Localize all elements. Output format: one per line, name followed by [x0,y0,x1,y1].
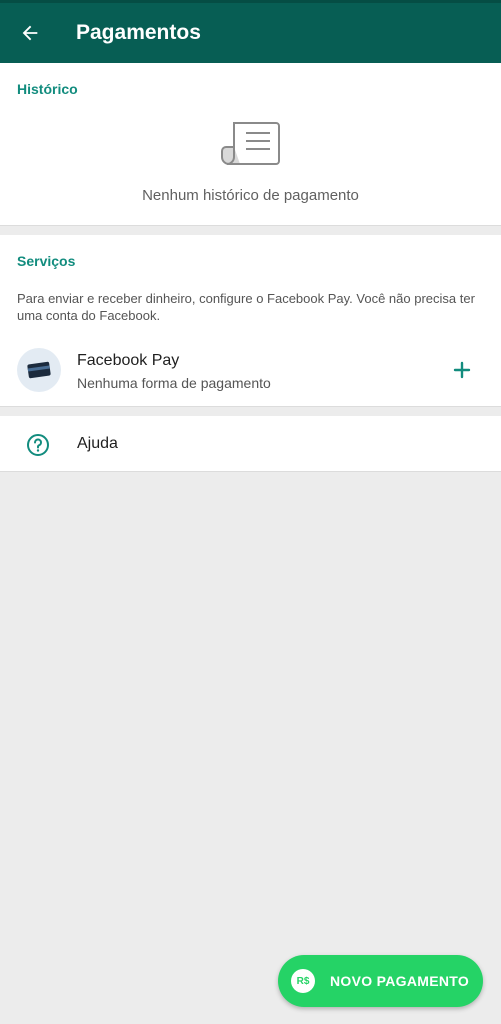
help-label: Ajuda [77,435,118,452]
plus-icon [453,361,471,379]
credit-card-icon [27,361,51,379]
arrow-left-icon [22,25,38,41]
new-payment-label: NOVO PAGAMENTO [330,973,470,989]
currency-badge-icon: R$ [291,969,315,993]
new-payment-button[interactable]: R$ NOVO PAGAMENTO [278,955,483,1007]
app-bar: Pagamentos [0,0,501,63]
back-button[interactable] [0,3,60,63]
facebook-pay-avatar [17,348,61,392]
page-title: Pagamentos [76,21,201,44]
receipt-icon [221,122,280,165]
help-section: Ajuda [0,416,501,472]
empty-history-text: Nenhum histórico de pagamento [142,187,359,204]
history-header: Histórico [17,81,78,97]
facebook-pay-title: Facebook Pay [77,352,180,369]
facebook-pay-row[interactable]: Facebook Pay Nenhuma forma de pagamento [0,338,501,400]
history-section: Histórico Nenhum histórico de pagamento [0,63,501,226]
add-payment-method-button[interactable] [446,354,478,386]
services-header: Serviços [17,253,76,269]
facebook-pay-subtitle: Nenhuma forma de pagamento [77,375,271,391]
services-section: Serviços Para enviar e receber dinheiro,… [0,235,501,407]
help-row[interactable]: Ajuda [0,416,501,472]
services-description: Para enviar e receber dinheiro, configur… [17,291,475,323]
help-circle-icon [27,434,49,456]
